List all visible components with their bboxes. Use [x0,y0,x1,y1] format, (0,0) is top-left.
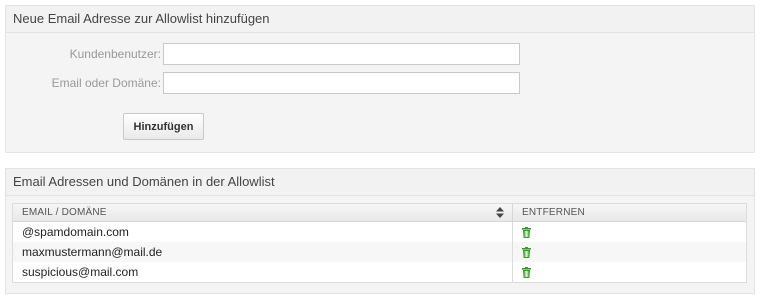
table-row: @spamdomain.com [13,221,747,243]
column-header-email-label: EMAIL / DOMÄNE [22,207,107,218]
remove-cell [512,242,746,262]
add-panel-title: Neue Email Adresse zur Allowlist hinzufü… [6,6,754,33]
column-header-remove: ENTFERNEN [512,204,746,222]
customer-user-label: Kundenbenutzer: [69,47,161,61]
table-row: maxmustermann@mail.de [13,242,746,262]
add-allowlist-panel: Neue Email Adresse zur Allowlist hinzufü… [5,5,755,153]
allowlist-table: EMAIL / DOMÄNE ENTFERNEN @spamdomain.com [12,203,747,283]
table-row: suspicious@mail.com [13,262,746,282]
email-cell: suspicious@mail.com [13,262,513,282]
list-panel-title: Email Adressen und Domänen in der Allowl… [6,169,754,196]
remove-cell [513,262,747,282]
remove-cell [513,222,747,243]
customer-user-row: Kundenbenutzer: [6,43,754,67]
trash-icon[interactable] [522,227,531,239]
email-cell: maxmustermann@mail.de [13,242,513,262]
trash-icon[interactable] [522,267,531,279]
email-domain-row: Email oder Domäne: [6,72,754,96]
customer-user-input[interactable] [163,43,520,65]
column-header-email[interactable]: EMAIL / DOMÄNE [13,204,513,222]
trash-icon[interactable] [522,247,531,259]
sort-icon[interactable] [496,207,504,218]
email-cell: @spamdomain.com [13,221,513,242]
allowlist-panel: Email Adressen und Domänen in der Allowl… [5,168,755,294]
table-header-row: EMAIL / DOMÄNE ENTFERNEN [13,204,746,222]
email-domain-input[interactable] [163,72,520,94]
add-button[interactable]: Hinzufügen [123,113,204,140]
email-domain-label: Email oder Domäne: [51,76,161,90]
